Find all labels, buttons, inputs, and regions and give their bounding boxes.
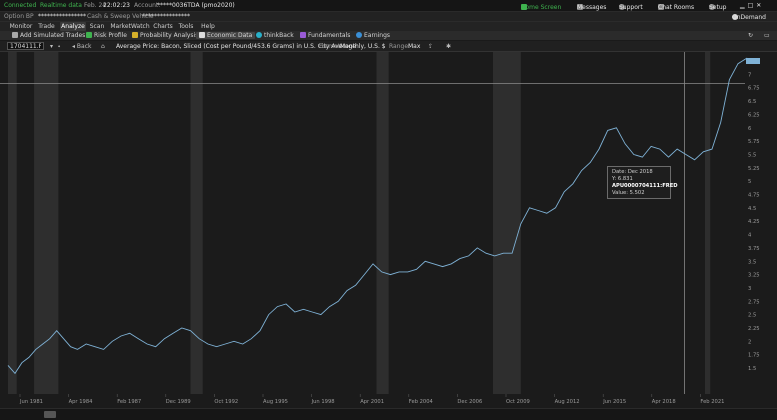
- probability-analysis-button[interactable]: Probability Analysis: [132, 32, 198, 39]
- y-tick-label: 2: [748, 339, 751, 345]
- y-tick-label: 3: [748, 286, 751, 292]
- dropdown-icon[interactable]: ▾: [50, 43, 53, 50]
- y-tick-label: 5.5: [748, 152, 756, 158]
- bottom-scrollbar[interactable]: [0, 408, 777, 420]
- y-tick-label: 7: [748, 72, 751, 78]
- account-value[interactable]: *****0036TDA (pmo2020): [157, 2, 235, 9]
- realtime-status: Realtime data: [40, 2, 82, 9]
- earnings-icon: [356, 32, 362, 38]
- window-icon[interactable]: ▭: [764, 32, 770, 39]
- chart-svg[interactable]: 7.2576.756.56.2565.755.55.2554.754.54.25…: [0, 52, 777, 408]
- x-tick-label: Jun 2015: [602, 399, 626, 405]
- x-tick-label: Feb 1987: [117, 399, 141, 405]
- gear-icon[interactable]: ✱: [446, 43, 451, 50]
- risk-icon: [86, 32, 92, 38]
- format-value[interactable]: Monthly, U.S. $: [340, 43, 386, 50]
- status-bar: Connected Realtime data Feb. 24 22:02:23…: [0, 0, 777, 12]
- thinkback-icon: [256, 32, 262, 38]
- add-simulated-trades-button[interactable]: Add Simulated Trades: [12, 32, 85, 39]
- x-tick-label: Aug 1995: [263, 399, 288, 405]
- x-tick-label: Jun 1981: [19, 399, 43, 405]
- y-tick-label: 4.75: [748, 193, 760, 199]
- clock: 22:02:23: [103, 2, 130, 9]
- risk-profile-button[interactable]: Risk Profile: [86, 32, 127, 39]
- share-icon[interactable]: ⇪: [428, 43, 433, 50]
- fundamentals-icon: [300, 32, 306, 38]
- y-tick-label: 5.25: [748, 166, 760, 172]
- y-tick-label: 2.5: [748, 313, 756, 319]
- symbol-bar: ▾ ⬩ ◂ Back ⌂ Average Price: Bacon, Slice…: [0, 41, 777, 52]
- recession-band: [376, 52, 389, 394]
- recession-band: [34, 52, 59, 394]
- account-bar: Option BP **************** Cash & Sweep …: [0, 12, 777, 22]
- recession-band: [190, 52, 203, 394]
- building-icon: [199, 32, 205, 38]
- y-tick-label: 1.75: [748, 353, 760, 359]
- range-label: Range:: [389, 43, 411, 50]
- data-tooltip: Date: Dec 2018 Y: 6.831 APU0000704111:FR…: [607, 166, 678, 199]
- x-tick-label: Feb 2021: [700, 399, 724, 405]
- tab-tools[interactable]: Tools: [176, 22, 196, 31]
- home-icon[interactable]: ⌂: [101, 43, 105, 50]
- connection-status: Connected: [4, 2, 37, 9]
- main-tabs: Monitor Trade Analyze Scan MarketWatch C…: [0, 22, 777, 31]
- y-tick-label: 1.5: [748, 366, 756, 372]
- y-tick-label: 4.5: [748, 206, 756, 212]
- link-icon[interactable]: ⬩: [58, 43, 60, 51]
- x-tick-label: Aug 2012: [555, 399, 580, 405]
- y-tick-label: 6: [748, 126, 751, 132]
- x-tick-label: Oct 1992: [214, 399, 238, 405]
- last-value-marker: [746, 58, 760, 64]
- analyze-toolbar: Add Simulated Trades Risk Profile Probab…: [0, 31, 777, 41]
- x-tick-label: Apr 1984: [69, 399, 94, 405]
- y-tick-label: 3.25: [748, 273, 760, 279]
- cash-value: ****************: [142, 13, 190, 20]
- tab-scan[interactable]: Scan: [88, 22, 106, 31]
- x-tick-label: Oct 2009: [506, 399, 530, 405]
- y-tick-label: 2.75: [748, 299, 760, 305]
- economic-data-button[interactable]: Economic Data: [196, 32, 256, 39]
- x-tick-label: Jun 1998: [311, 399, 335, 405]
- scroll-handle[interactable]: [44, 411, 56, 418]
- refresh-icon[interactable]: ↻: [748, 32, 753, 39]
- option-bp-value: ****************: [38, 13, 86, 20]
- y-tick-label: 4.25: [748, 219, 760, 225]
- option-bp-label: Option BP: [4, 13, 34, 20]
- x-tick-label: Dec 1989: [166, 399, 191, 405]
- tab-trade[interactable]: Trade: [36, 22, 57, 31]
- recession-band: [492, 52, 521, 394]
- window-controls[interactable]: ▁□✕: [740, 2, 764, 9]
- range-value[interactable]: Max: [408, 43, 420, 50]
- probability-icon: [132, 32, 138, 38]
- plus-icon: [12, 32, 18, 38]
- y-tick-label: 5.75: [748, 139, 760, 145]
- earnings-button[interactable]: Earnings: [356, 32, 390, 39]
- recession-band: [705, 52, 711, 394]
- x-tick-label: Apr 2001: [360, 399, 384, 405]
- back-button[interactable]: ◂ Back: [72, 43, 92, 50]
- y-tick-label: 6.5: [748, 99, 756, 105]
- y-tick-label: 6.25: [748, 112, 760, 118]
- y-tick-label: 2.25: [748, 326, 760, 332]
- y-tick-label: 6.75: [748, 86, 760, 92]
- format-label: Format:: [319, 43, 343, 50]
- y-tick-label: 5: [748, 179, 751, 185]
- recession-band: [8, 52, 17, 394]
- y-tick-label: 4: [748, 233, 752, 239]
- tab-help[interactable]: Help: [199, 22, 217, 31]
- tab-marketwatch[interactable]: MarketWatch: [109, 22, 151, 31]
- tab-analyze[interactable]: Analyze: [60, 22, 86, 31]
- symbol-input[interactable]: [7, 42, 44, 50]
- y-tick-label: 3.75: [748, 246, 760, 252]
- x-tick-label: Feb 2004: [409, 399, 434, 405]
- y-tick-label: 3.5: [748, 259, 756, 265]
- thinkback-button[interactable]: thinkBack: [256, 32, 294, 39]
- fundamentals-button[interactable]: Fundamentals: [300, 32, 350, 39]
- economic-data-chart[interactable]: 7.2576.756.56.2565.755.55.2554.754.54.25…: [0, 52, 777, 408]
- x-tick-label: Dec 2006: [457, 399, 482, 405]
- tab-monitor[interactable]: Monitor: [8, 22, 34, 31]
- x-tick-label: Apr 2018: [652, 399, 676, 405]
- tab-charts[interactable]: Charts: [152, 22, 174, 31]
